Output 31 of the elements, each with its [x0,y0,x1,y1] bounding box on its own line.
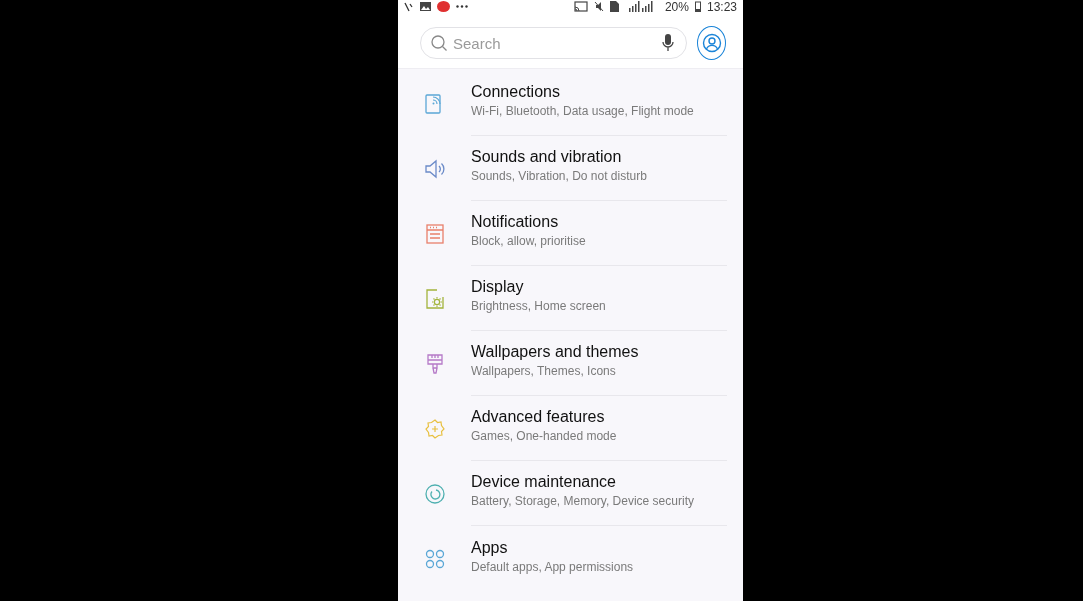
setting-subtitle: Games, One-handed mode [471,428,618,445]
signal-status-icon [404,1,414,12]
cast-icon [573,1,588,12]
setting-title[interactable]: Sounds and vibration [471,147,727,167]
setting-subtitle: Battery, Storage, Memory, Device security [471,493,695,510]
setting-title[interactable]: Apps [471,537,727,558]
setting-subtitle: Wallpapers, Themes, Icons [471,363,617,380]
app-badge-icon [437,1,450,12]
setting-title[interactable]: Advanced features [471,407,727,427]
setting-title[interactable]: Wallpapers and themes [471,342,727,362]
setting-subtitle: Sounds, Vibration, Do not disturb [471,168,648,185]
mute-icon [593,1,604,12]
account-button[interactable] [697,26,726,60]
person-icon [701,33,722,53]
setting-subtitle: Block, allow, prioritise [471,233,587,250]
setting-title[interactable]: Connections [471,82,727,102]
microphone-icon[interactable] [662,33,674,53]
sim-icon [609,1,619,12]
more-icon [456,5,468,8]
search-field[interactable]: Search [420,27,687,59]
setting-subtitle: Wi-Fi, Bluetooth, Data usage, Flight mode [471,103,695,120]
clock-time: 13:23 [706,0,737,14]
refresh-circle-icon [422,481,447,506]
battery-icon [694,1,701,12]
setting-title[interactable]: Display [471,277,727,297]
setting-subtitle: Brightness, Home screen [471,298,607,315]
setting-title[interactable]: Notifications [471,212,727,232]
battery-percentage: 20% [664,0,689,14]
setting-title[interactable]: Device maintenance [471,472,727,492]
search-icon [430,34,448,52]
setting-subtitle: Default apps, App permissions [471,558,635,576]
